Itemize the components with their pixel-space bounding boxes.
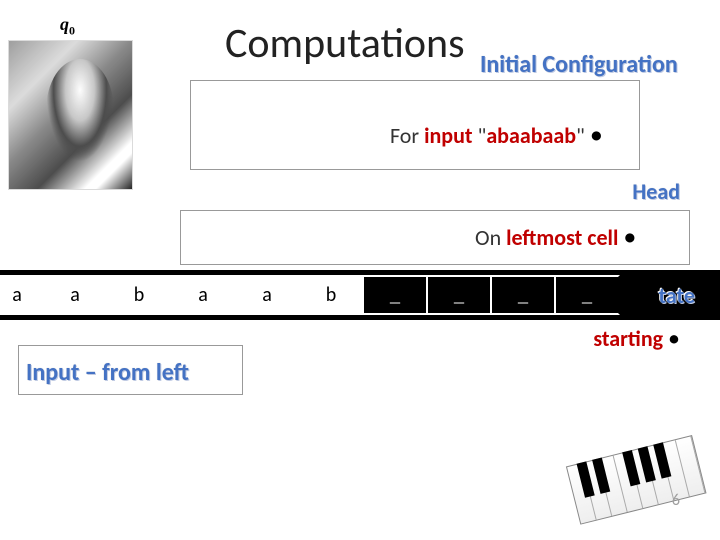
bullet-2: •	[623, 220, 636, 252]
cell-val: b	[134, 283, 145, 307]
bullet-1: •	[590, 118, 603, 150]
cell-val: a	[70, 283, 80, 307]
txt-for: For	[390, 122, 424, 149]
tape-cell: a	[170, 275, 236, 315]
tape-cell-blank: _	[490, 275, 556, 315]
kw-input: input	[424, 122, 472, 149]
cell-val: _	[518, 284, 528, 307]
state-label: tate	[658, 282, 695, 309]
kw-starting: starting	[593, 325, 663, 352]
cell-val: _	[390, 284, 400, 307]
line-for-input: For input "abaabaab" •	[390, 118, 603, 150]
tape-cell-blank: _	[362, 275, 428, 315]
tape-cell: a	[234, 275, 300, 315]
cell-val: _	[454, 284, 464, 307]
tape-cell: b	[106, 275, 172, 315]
line-leftmost: On leftmost cell •	[475, 220, 636, 252]
kw-leftmost: leftmost cell	[506, 224, 618, 251]
slide-subtitle: Initial Configuration	[480, 50, 678, 79]
quote-open: "	[473, 122, 487, 149]
piano-icon	[561, 416, 709, 535]
slide-title: Computations	[225, 18, 465, 69]
txt-on: On	[475, 224, 506, 251]
portrait-image	[8, 40, 133, 190]
bullet-3: •	[668, 324, 680, 353]
kw-word: abaabaab	[486, 122, 576, 149]
tape-cell: a	[0, 275, 44, 315]
head-label: Head	[632, 178, 680, 205]
page-number: 6	[672, 491, 680, 510]
cell-val: a	[198, 283, 208, 307]
cell-val: _	[582, 284, 592, 307]
tape-cell: a	[42, 275, 108, 315]
q-symbol: q	[60, 14, 69, 34]
cell-val: a	[262, 283, 272, 307]
tape: a a b a a b _ _ _ _	[0, 275, 618, 315]
tape-cell: b	[298, 275, 364, 315]
cell-val: a	[12, 283, 22, 307]
tape-cell-blank: _	[426, 275, 492, 315]
starting-line: starting •	[593, 324, 680, 353]
quote-close: "	[576, 122, 590, 149]
q-subscript: 0	[69, 24, 75, 38]
tape-cell-blank: _	[554, 275, 620, 315]
state-q0-label: q0	[60, 14, 75, 39]
cell-val: b	[326, 283, 337, 307]
input-from-left: Input – from left	[22, 358, 193, 387]
